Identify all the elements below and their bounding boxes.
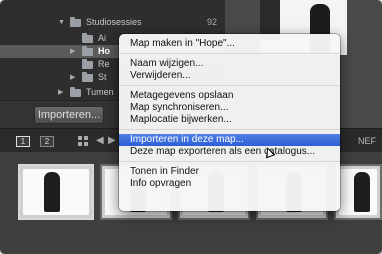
folder-row-studiosessies[interactable]: ▼ Studiosessies 92 [0, 16, 225, 29]
folder-label: Re [98, 59, 110, 69]
folder-label: Studiosessies [86, 17, 142, 27]
menu-item-map-maken[interactable]: Map maken in "Hope"... [119, 38, 340, 50]
view-2-button[interactable]: 2 [40, 136, 54, 147]
lightroom-window: ▼ Studiosessies 92 Ai ▶ Ho Re ▶ St ▶ Tum… [0, 0, 382, 254]
folder-icon [82, 72, 93, 82]
folder-label: St [98, 72, 107, 82]
filmstrip-thumbnail[interactable] [334, 164, 382, 220]
menu-item-maplocatie-bijwerken[interactable]: Maplocatie bijwerken... [119, 114, 340, 126]
expand-triangle-icon[interactable]: ▶ [70, 71, 75, 84]
photo-figure [44, 172, 60, 212]
filter-dropdown[interactable]: NEF [358, 136, 376, 146]
expand-triangle-icon[interactable]: ▶ [70, 45, 75, 58]
folder-icon [70, 17, 81, 27]
filmstrip-thumbnail[interactable] [18, 164, 94, 220]
menu-separator [119, 129, 340, 130]
menu-item-map-synchroniseren[interactable]: Map synchroniseren... [119, 102, 340, 114]
forward-arrow-icon[interactable]: ▶ [108, 135, 116, 146]
back-arrow-icon[interactable]: ◀ [96, 135, 104, 146]
menu-item-tonen-in-finder[interactable]: Tonen in Finder [119, 166, 340, 178]
photo-figure [354, 172, 370, 212]
folder-label: Tumen [86, 87, 114, 97]
menu-item-metagegevens-opslaan[interactable]: Metagegevens opslaan [119, 90, 340, 102]
menu-item-naam-wijzigen[interactable]: Naam wijzigen... [119, 58, 340, 70]
folder-icon [82, 59, 93, 69]
folder-icon [70, 87, 81, 97]
folder-icon [82, 46, 93, 56]
menu-item-verwijderen[interactable]: Verwijderen... [119, 70, 340, 82]
menu-item-importeren-in-deze-map[interactable]: Importeren in deze map... [119, 134, 340, 146]
menu-separator [119, 85, 340, 86]
context-menu: Map maken in "Hope"... Naam wijzigen... … [119, 34, 340, 211]
expand-triangle-icon[interactable]: ▼ [58, 16, 65, 29]
folder-count: 92 [206, 17, 217, 27]
view-1-button[interactable]: 1 [16, 136, 30, 147]
menu-item-info-opvragen[interactable]: Info opvragen [119, 178, 340, 190]
grid-view-icon[interactable] [78, 136, 88, 146]
folder-icon [82, 33, 93, 43]
expand-triangle-icon[interactable]: ▶ [58, 86, 63, 99]
folder-label: Ho [98, 46, 110, 56]
folder-label: Ai [98, 33, 107, 43]
menu-item-map-exporteren-catalogus[interactable]: Deze map exporteren als een catalogus... [119, 146, 340, 158]
menu-separator [119, 161, 340, 162]
import-button[interactable]: Importeren... [34, 106, 104, 124]
menu-separator [119, 53, 340, 54]
